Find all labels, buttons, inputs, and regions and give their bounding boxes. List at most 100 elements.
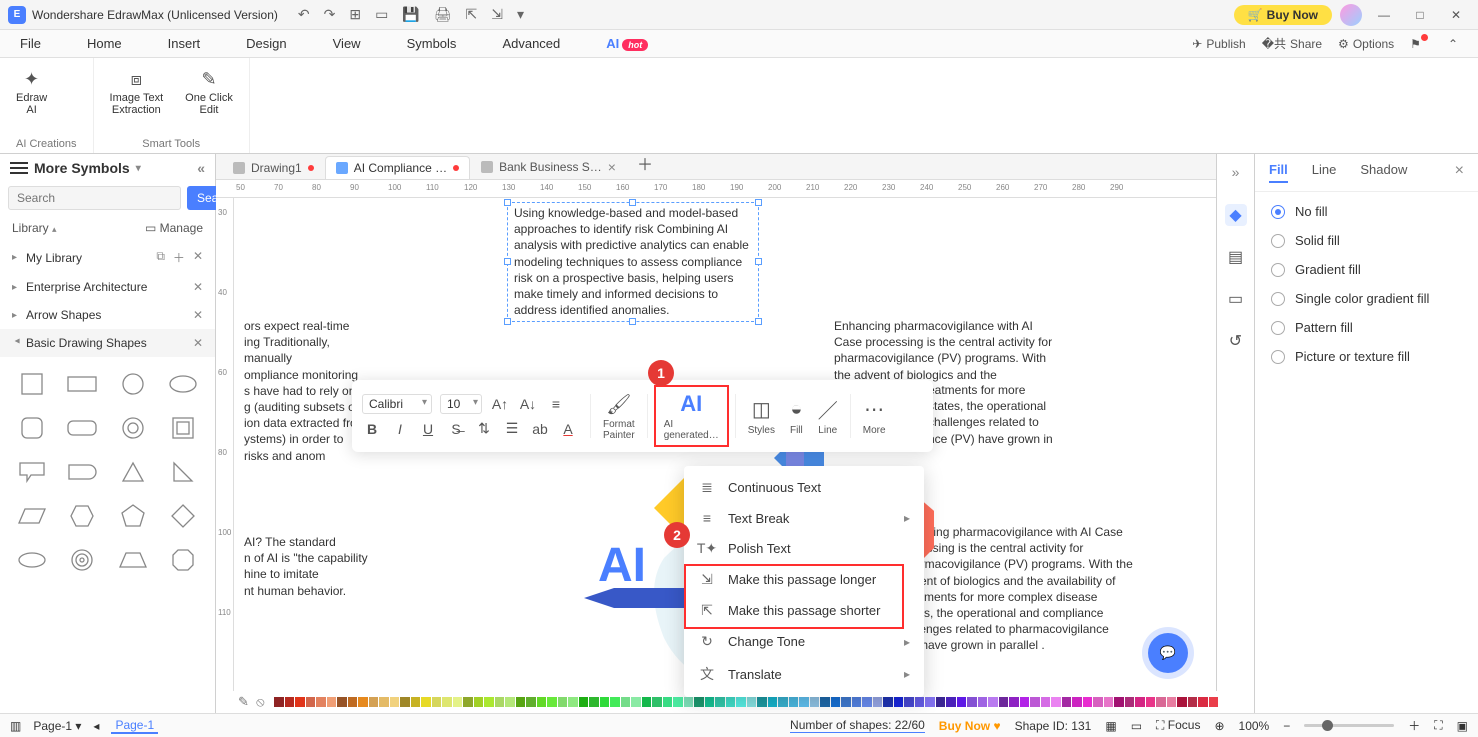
import-icon[interactable]: ⇲ <box>491 6 503 23</box>
color-swatch[interactable] <box>442 697 452 707</box>
styles-button[interactable]: ◫Styles <box>742 397 781 436</box>
ai-generated-button[interactable]: AIAI generated… <box>654 385 729 447</box>
shape-octagon[interactable] <box>161 541 205 579</box>
color-swatch[interactable] <box>484 697 494 707</box>
color-swatch[interactable] <box>547 697 557 707</box>
color-swatch[interactable] <box>1093 697 1103 707</box>
menu-design[interactable]: Design <box>246 32 286 55</box>
symbol-search-input[interactable] <box>8 186 181 210</box>
color-swatch[interactable] <box>390 697 400 707</box>
fill-option-pattern[interactable]: Pattern fill <box>1271 320 1462 335</box>
color-swatch[interactable] <box>526 697 536 707</box>
shape-diamond[interactable] <box>161 497 205 535</box>
maximize-button[interactable]: □ <box>1406 5 1434 25</box>
color-swatch[interactable] <box>642 697 652 707</box>
close-panel-icon[interactable]: × <box>1455 162 1464 183</box>
color-swatch[interactable] <box>862 697 872 707</box>
fill-option-picture[interactable]: Picture or texture fill <box>1271 349 1462 364</box>
ctx-translate[interactable]: 文Translate▸ <box>684 657 924 691</box>
color-swatch[interactable] <box>810 697 820 707</box>
shape-rounded-rect[interactable] <box>60 409 104 447</box>
color-swatch[interactable] <box>957 697 967 707</box>
library-group-basic[interactable]: ▾Basic Drawing Shapes✕ <box>0 329 215 357</box>
color-swatch[interactable] <box>1146 697 1156 707</box>
color-swatch[interactable] <box>831 697 841 707</box>
new-tab-button[interactable]: ＋ <box>627 147 663 179</box>
page-view-icon[interactable]: ▭ <box>1131 719 1142 733</box>
color-swatch[interactable] <box>537 697 547 707</box>
one-click-edit-tool[interactable]: ✎One Click Edit <box>185 68 233 116</box>
color-swatch[interactable] <box>1062 697 1072 707</box>
color-swatch[interactable] <box>1030 697 1040 707</box>
ctx-continuous-text[interactable]: ≣Continuous Text <box>684 472 924 503</box>
color-swatch[interactable] <box>600 697 610 707</box>
color-swatch[interactable] <box>1072 697 1082 707</box>
color-swatch[interactable] <box>369 697 379 707</box>
close-tab-icon[interactable]: × <box>608 159 616 175</box>
color-swatch[interactable] <box>610 697 620 707</box>
align-icon[interactable]: ≡ <box>546 394 566 414</box>
shape-right-triangle[interactable] <box>161 453 205 491</box>
fill-option-none[interactable]: No fill <box>1271 204 1462 219</box>
shape-parallelogram[interactable] <box>10 497 54 535</box>
share-button[interactable]: �共 Share <box>1262 35 1322 52</box>
color-swatch[interactable] <box>1125 697 1135 707</box>
library-group-enterprise[interactable]: ▸Enterprise Architecture✕ <box>0 273 215 301</box>
color-swatch[interactable] <box>1209 697 1219 707</box>
underline-icon[interactable]: U <box>418 419 438 439</box>
color-swatch[interactable] <box>894 697 904 707</box>
menu-home[interactable]: Home <box>87 32 122 55</box>
color-swatch[interactable] <box>705 697 715 707</box>
close-icon[interactable]: ✕ <box>193 336 203 350</box>
close-icon[interactable]: ✕ <box>193 280 203 294</box>
save-icon[interactable]: 💾 <box>402 6 419 23</box>
color-swatch[interactable] <box>820 697 830 707</box>
color-swatch[interactable] <box>978 697 988 707</box>
color-swatch[interactable] <box>715 697 725 707</box>
decrease-font-icon[interactable]: A↓ <box>518 394 538 414</box>
shape-target[interactable] <box>60 541 104 579</box>
more-button[interactable]: ⋯More <box>857 397 892 436</box>
color-swatch[interactable] <box>379 697 389 707</box>
color-swatch[interactable] <box>1104 697 1114 707</box>
publish-button[interactable]: ✈ Publish <box>1192 37 1245 51</box>
color-swatch[interactable] <box>789 697 799 707</box>
add-icon[interactable]: ＋ <box>173 249 185 266</box>
color-swatch[interactable] <box>274 697 284 707</box>
close-icon[interactable]: ✕ <box>193 249 203 266</box>
color-swatch[interactable] <box>306 697 316 707</box>
color-swatch[interactable] <box>327 697 337 707</box>
shape-rectangle[interactable] <box>60 365 104 403</box>
color-swatch[interactable] <box>967 697 977 707</box>
shape-frame[interactable] <box>161 409 205 447</box>
color-swatch[interactable] <box>904 697 914 707</box>
color-swatch[interactable] <box>358 697 368 707</box>
shape-pentagon[interactable] <box>111 497 155 535</box>
font-size-select[interactable]: 10 <box>440 394 482 414</box>
library-group-arrow[interactable]: ▸Arrow Shapes✕ <box>0 301 215 329</box>
color-swatch[interactable] <box>631 697 641 707</box>
color-swatch[interactable] <box>757 697 767 707</box>
prev-page-icon[interactable]: ◂ <box>93 719 99 733</box>
text-tool-icon[interactable]: ▤ <box>1225 246 1247 268</box>
ctx-make-longer[interactable]: ⇲Make this passage longer <box>684 564 924 595</box>
bullet-list-icon[interactable]: ☰ <box>502 419 522 439</box>
italic-icon[interactable]: I <box>390 419 410 439</box>
fill-option-solid[interactable]: Solid fill <box>1271 233 1462 248</box>
more-qat-icon[interactable]: ▾ <box>517 6 524 23</box>
zoom-in-icon[interactable]: ＋ <box>1408 717 1420 734</box>
color-swatch[interactable] <box>1114 697 1124 707</box>
color-swatch[interactable] <box>1051 697 1061 707</box>
shape-triangle[interactable] <box>111 453 155 491</box>
print-icon[interactable]: 🖨 <box>434 6 452 23</box>
color-swatch[interactable] <box>652 697 662 707</box>
shape-square[interactable] <box>10 365 54 403</box>
doc-tab-ai-compliance[interactable]: AI Compliance … <box>325 156 470 179</box>
color-swatch[interactable] <box>852 697 862 707</box>
color-swatch[interactable] <box>673 697 683 707</box>
fullscreen-icon[interactable]: ⛶ <box>1434 718 1442 733</box>
prop-tab-fill[interactable]: Fill <box>1269 162 1288 183</box>
current-page-label[interactable]: Page-1 <box>111 718 158 734</box>
expand-side-icon[interactable]: » <box>1232 164 1240 180</box>
color-swatch[interactable] <box>516 697 526 707</box>
